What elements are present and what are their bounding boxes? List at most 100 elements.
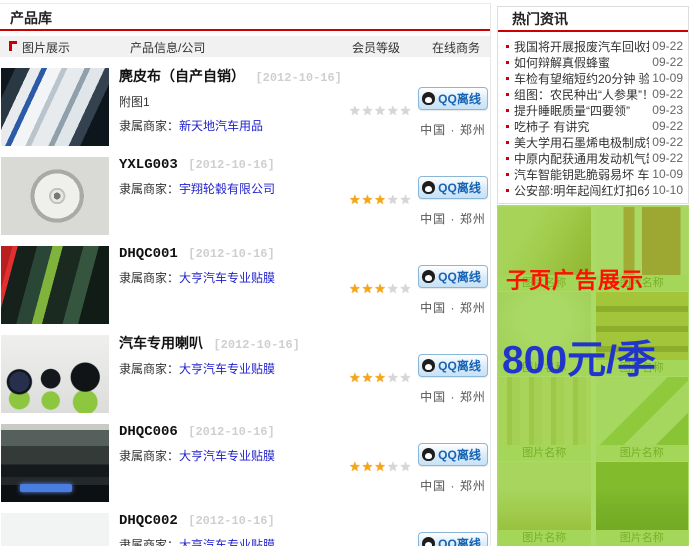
- qq-penguin-icon: [422, 359, 435, 372]
- company-link[interactable]: 大亨汽车专业贴膜: [179, 449, 275, 463]
- ad-price-text: 800元/季: [502, 329, 656, 385]
- product-info: DHQC002 [2012-10-16] 隶属商家：大亨汽车专业贴膜: [119, 511, 347, 546]
- qq-offline-button[interactable]: QQ离线: [418, 265, 488, 288]
- product-name-line: DHQC002 [2012-10-16]: [119, 511, 347, 529]
- online-business-cell: QQ离线 中国 · 郑州: [414, 354, 492, 405]
- corner-arrow-icon: [9, 41, 17, 51]
- merchant-label: 隶属商家：: [119, 362, 179, 376]
- product-name[interactable]: DHQC002: [119, 513, 178, 529]
- news-item[interactable]: 公安部:明年起闯红灯扣6分 挡10-10: [506, 182, 683, 198]
- product-name-line: YXLG003 [2012-10-16]: [119, 155, 347, 173]
- product-thumbnail[interactable]: [1, 68, 109, 146]
- page: 产品库 图片展示 产品信息/公司 会员等级 在线商务 麂皮布（自产自销） [20…: [0, 0, 690, 546]
- online-business-cell: QQ离线 中国 · 郑州: [414, 443, 492, 494]
- table-header: 图片展示 产品信息/公司 会员等级 在线商务: [0, 36, 490, 57]
- product-date: [2012-10-16]: [188, 514, 274, 528]
- table-row: DHQC006 [2012-10-16] 隶属商家：大亨汽车专业贴膜 ★★★★★…: [0, 413, 490, 502]
- hot-news-box: 热门资讯 我国将开展报废汽车回收拆解09-22 如何辩解真假蜂蜜09-22 车检…: [497, 6, 689, 204]
- panel-divider: [490, 3, 491, 546]
- bullet-icon: [506, 157, 509, 160]
- news-item[interactable]: 吃柿子 有讲究09-22: [506, 118, 683, 134]
- bullet-icon: [506, 77, 509, 80]
- news-item[interactable]: 提升睡眠质量“四要领”09-23: [506, 102, 683, 118]
- column-header-info: 产品信息/公司: [130, 39, 205, 56]
- product-name[interactable]: 麂皮布（自产自销）: [119, 70, 245, 86]
- product-thumbnail[interactable]: [1, 513, 109, 546]
- member-rating: ★★★★★: [349, 192, 412, 208]
- table-row: DHQC002 [2012-10-16] 隶属商家：大亨汽车专业贴膜 ★★★★★…: [0, 502, 490, 546]
- product-date: [2012-10-16]: [188, 158, 274, 172]
- company-link[interactable]: 大亨汽车专业贴膜: [179, 362, 275, 376]
- product-extra: 附图1: [119, 93, 347, 110]
- news-title: 热门资讯: [498, 7, 688, 32]
- company-link[interactable]: 宇翔轮毂有限公司: [179, 182, 275, 196]
- product-name[interactable]: DHQC006: [119, 424, 178, 440]
- location-text: 中国 · 郑州: [414, 388, 492, 405]
- qq-penguin-icon: [422, 448, 435, 461]
- bullet-icon: [506, 109, 509, 112]
- news-item[interactable]: 如何辩解真假蜂蜜09-22: [506, 54, 683, 70]
- news-item[interactable]: 美大学用石墨烯电极制成锂电09-22: [506, 134, 683, 150]
- product-name-line: 汽车专用喇叭 [2012-10-16]: [119, 333, 347, 353]
- member-rating: ★★★★★: [349, 281, 412, 297]
- online-business-cell: QQ离线 中国 · 郑州: [414, 176, 492, 227]
- news-list: 我国将开展报废汽车回收拆解09-22 如何辩解真假蜂蜜09-22 车检有望缩短约…: [498, 32, 688, 203]
- product-list: 麂皮布（自产自销） [2012-10-16] 附图1 隶属商家：新天地汽车用品 …: [0, 57, 490, 546]
- qq-offline-button[interactable]: QQ离线: [418, 354, 488, 377]
- merchant-line: 隶属商家：新天地汽车用品: [119, 117, 347, 134]
- product-thumbnail[interactable]: [1, 335, 109, 413]
- news-item[interactable]: 我国将开展报废汽车回收拆解09-22: [506, 38, 683, 54]
- location-text: 中国 · 郑州: [414, 210, 492, 227]
- bullet-icon: [506, 45, 509, 48]
- qq-offline-button[interactable]: QQ离线: [418, 87, 488, 110]
- member-rating: ★★★★★: [349, 103, 412, 119]
- product-library-panel: 产品库 图片展示 产品信息/公司 会员等级 在线商务 麂皮布（自产自销） [20…: [0, 0, 490, 546]
- qq-penguin-icon: [422, 270, 435, 283]
- product-name[interactable]: YXLG003: [119, 157, 178, 173]
- merchant-line: 隶属商家：大亨汽车专业贴膜: [119, 536, 347, 546]
- ad-promo-text: 子页广告展示: [506, 263, 644, 295]
- product-name-line: DHQC006 [2012-10-16]: [119, 422, 347, 440]
- column-header-online: 在线商务: [432, 39, 480, 56]
- company-link[interactable]: 大亨汽车专业贴膜: [179, 538, 275, 546]
- product-thumbnail[interactable]: [1, 424, 109, 502]
- product-date: [2012-10-16]: [213, 338, 299, 352]
- page-title: 产品库: [0, 3, 490, 31]
- bullet-icon: [506, 173, 509, 176]
- table-row: YXLG003 [2012-10-16] 隶属商家：宇翔轮毂有限公司 ★★★★★…: [0, 146, 490, 235]
- product-name-line: 麂皮布（自产自销） [2012-10-16]: [119, 66, 347, 86]
- table-row: 汽车专用喇叭 [2012-10-16] 隶属商家：大亨汽车专业贴膜 ★★★★★ …: [0, 324, 490, 413]
- qq-offline-button[interactable]: QQ离线: [418, 176, 488, 199]
- product-thumbnail[interactable]: [1, 246, 109, 324]
- product-name[interactable]: DHQC001: [119, 246, 178, 262]
- column-header-image: 图片展示: [22, 39, 70, 56]
- news-item[interactable]: 中原内配获通用发动机气缸套09-22: [506, 150, 683, 166]
- qq-penguin-icon: [422, 92, 435, 105]
- online-business-cell: QQ离线 中国 · 郑州: [414, 87, 492, 138]
- merchant-label: 隶属商家：: [119, 182, 179, 196]
- product-name-line: DHQC001 [2012-10-16]: [119, 244, 347, 262]
- product-thumbnail[interactable]: [1, 157, 109, 235]
- product-date: [2012-10-16]: [188, 425, 274, 439]
- news-item[interactable]: 组图：农民种出“人参果”！09-22: [506, 86, 683, 102]
- sidebar-ad-banner[interactable]: 图片名称 图片名称 图片名称 图片名称 图片名称 图片名称 图片名称 图片名称 …: [497, 205, 689, 546]
- merchant-line: 隶属商家：大亨汽车专业贴膜: [119, 360, 347, 377]
- news-item[interactable]: 汽车智能钥匙脆弱易坏 车主需10-09: [506, 166, 683, 182]
- column-header-level: 会员等级: [352, 39, 400, 56]
- online-business-cell: QQ离线 中国 · 郑州: [414, 265, 492, 316]
- merchant-label: 隶属商家：: [119, 449, 179, 463]
- merchant-label: 隶属商家：: [119, 538, 179, 546]
- product-name[interactable]: 汽车专用喇叭: [119, 337, 203, 353]
- qq-penguin-icon: [422, 181, 435, 194]
- product-info: DHQC001 [2012-10-16] 隶属商家：大亨汽车专业贴膜: [119, 244, 347, 286]
- location-text: 中国 · 郑州: [414, 477, 492, 494]
- member-rating: ★★★★★: [349, 370, 412, 386]
- news-item[interactable]: 车检有望缩短约20分钟 验车将10-09: [506, 70, 683, 86]
- qq-offline-button[interactable]: QQ离线: [418, 532, 488, 546]
- company-link[interactable]: 新天地汽车用品: [179, 119, 263, 133]
- bullet-icon: [506, 61, 509, 64]
- product-info: 汽车专用喇叭 [2012-10-16] 隶属商家：大亨汽车专业贴膜: [119, 333, 347, 377]
- qq-offline-button[interactable]: QQ离线: [418, 443, 488, 466]
- company-link[interactable]: 大亨汽车专业贴膜: [179, 271, 275, 285]
- merchant-line: 隶属商家：大亨汽车专业贴膜: [119, 447, 347, 464]
